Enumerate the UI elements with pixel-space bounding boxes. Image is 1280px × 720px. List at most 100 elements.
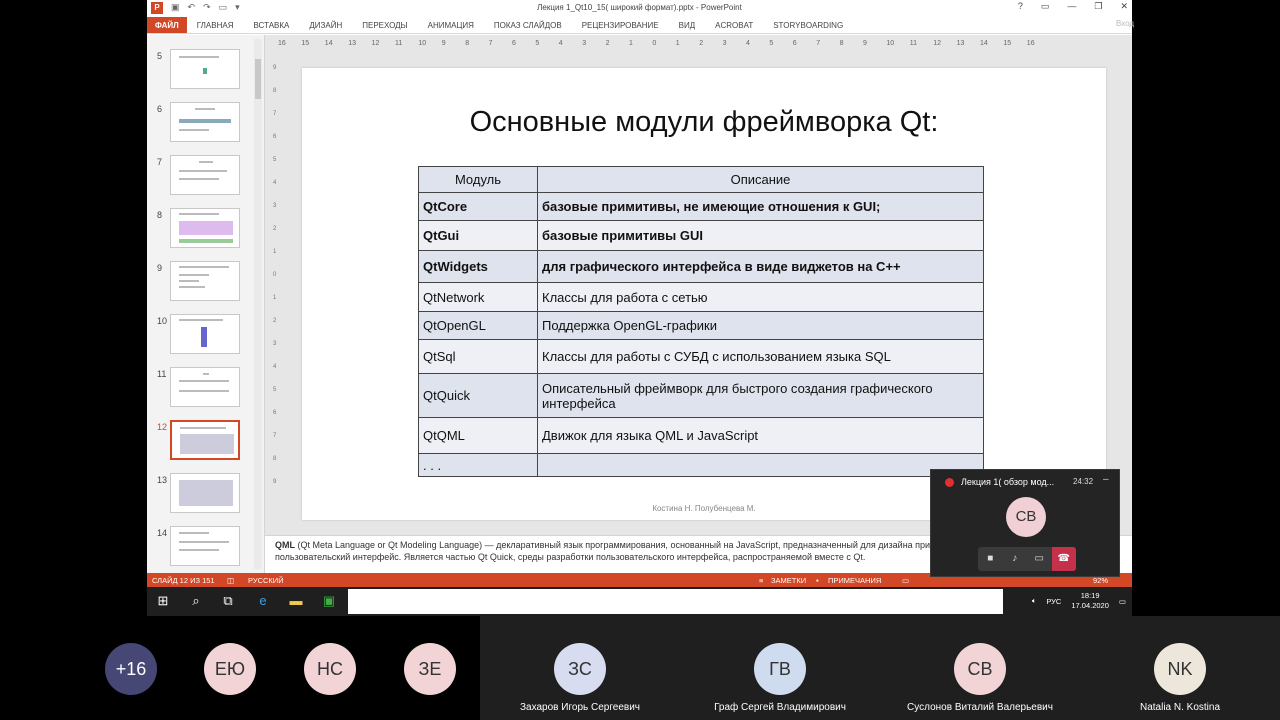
notes-button[interactable]: ЗАМЕТКИ (771, 576, 806, 585)
zoom-level[interactable]: 92% (1093, 576, 1108, 585)
slide-thumbnail[interactable]: 7 (147, 155, 265, 199)
thumbnail-image[interactable] (170, 261, 240, 301)
thumbnail-number: 14 (157, 528, 168, 538)
taskbar-search-area[interactable] (348, 589, 1003, 614)
avatar[interactable]: НС (304, 643, 356, 695)
edge-browser-icon[interactable]: e (255, 594, 271, 608)
slide-thumbnail[interactable]: 9 (147, 261, 265, 305)
avatar[interactable]: ГВ (754, 643, 806, 695)
ruler-tick-label: 5 (769, 40, 774, 47)
slide-thumbnail[interactable]: 5 (147, 49, 265, 93)
slide-thumbnail-active[interactable]: 12 (147, 420, 265, 464)
minimize-button[interactable]: — (1067, 1, 1076, 12)
clock-time: 18:19 (1080, 591, 1100, 600)
thumbnail-image[interactable] (170, 155, 240, 195)
description-cell: Поддержка OpenGL-графики (537, 311, 984, 340)
thumbnails-scrollbar[interactable] (254, 39, 262, 569)
slide-title[interactable]: Основные модули фреймворка Qt: (302, 106, 1106, 139)
modules-table[interactable]: Модуль Описание QtCore базовые примитивы,… (418, 166, 984, 477)
ribbon-options-icon[interactable]: ▭ (1041, 1, 1050, 12)
volume-icon[interactable]: 🔈︎ (1032, 596, 1037, 606)
avatar[interactable]: ЕЮ (204, 643, 256, 695)
ruler-tick-label: 11 (909, 40, 918, 47)
tab-transitions[interactable]: ПЕРЕХОДЫ (352, 17, 417, 33)
avatar[interactable]: NK (1154, 643, 1206, 695)
thumbnail-image[interactable] (170, 473, 240, 513)
horizontal-ruler: 16 15 14 13 12 11 10 9 8 7 6 5 4 3 2 1 0 1 2 3 4 5 6 7 8 9 10 11 12 1… (275, 38, 1120, 50)
ruler-tick-label: 8 (839, 40, 844, 47)
thumbnail-image[interactable] (170, 208, 240, 248)
tab-acrobat[interactable]: ACROBAT (705, 17, 763, 33)
module-cell: QtOpenGL (418, 311, 538, 340)
microphone-icon[interactable]: ♪ (1003, 547, 1028, 571)
module-cell: QtWidgets (418, 250, 538, 283)
ruler-tick-label: 16 (278, 40, 286, 47)
signin-link[interactable]: Вход (1116, 19, 1134, 28)
hang-up-icon[interactable]: ☎ (1051, 547, 1076, 571)
thumbnail-number: 11 (157, 369, 167, 379)
slide-thumbnail[interactable]: 13 (147, 473, 265, 517)
call-mini-window[interactable]: Лекция 1( обзор мод... 24:32 – СВ ■ ♪ ▭ … (930, 469, 1120, 577)
input-language[interactable]: РУС (1046, 597, 1061, 606)
thumbnail-image[interactable] (170, 102, 240, 142)
file-explorer-icon[interactable]: ▬ (288, 594, 304, 608)
thumbnail-image[interactable] (170, 526, 240, 566)
avatar[interactable]: ЗЕ (404, 643, 456, 695)
thumbnail-image[interactable] (170, 314, 240, 354)
tab-storyboarding[interactable]: STORYBOARDING (763, 17, 853, 33)
normal-view-icon[interactable]: ▭ (902, 576, 909, 585)
description-cell (537, 453, 984, 477)
tab-view[interactable]: ВИД (669, 17, 706, 33)
avatar[interactable]: СВ (954, 643, 1006, 695)
avatar[interactable]: ЗС (554, 643, 606, 695)
tab-home[interactable]: ГЛАВНАЯ (187, 17, 244, 33)
close-button[interactable]: ✕ (1120, 1, 1128, 12)
share-screen-icon[interactable]: ▭ (1027, 547, 1052, 571)
windows-start-icon[interactable]: ⊞ (155, 594, 171, 608)
clock[interactable]: 18:19 17.04.2020 (1071, 591, 1109, 611)
slide-thumbnail[interactable]: 11 (147, 367, 265, 411)
qt-creator-icon[interactable]: ▣ (321, 594, 337, 608)
slide-thumbnail[interactable]: 6 (147, 102, 265, 146)
tab-review[interactable]: РЕЦЕНЗИРОВАНИЕ (572, 17, 669, 33)
search-icon[interactable]: ⌕ (188, 594, 204, 608)
help-button[interactable]: ? (1018, 1, 1023, 12)
table-header-module: Модуль (418, 166, 538, 193)
description-cell: Классы для работы с СУБД с использование… (537, 339, 984, 374)
tab-design[interactable]: ДИЗАЙН (299, 17, 352, 33)
avatar: СВ (1006, 497, 1046, 537)
restore-button[interactable]: ❐ (1094, 1, 1102, 12)
description-cell: базовые примитивы GUI (537, 220, 984, 251)
camera-icon[interactable]: ■ (978, 547, 1003, 571)
thumbnail-image[interactable] (170, 49, 240, 89)
comments-button[interactable]: ПРИМЕЧАНИЯ (828, 576, 881, 585)
slide-thumbnail[interactable]: 10 (147, 314, 265, 358)
ruler-tick-label: 5 (273, 387, 277, 393)
module-cell: QtCore (418, 192, 538, 221)
module-cell: QtSql (418, 339, 538, 374)
language-indicator[interactable]: РУССКИЙ (248, 576, 284, 585)
minimize-call-icon[interactable]: – (1103, 474, 1109, 485)
tab-insert[interactable]: ВСТАВКА (243, 17, 299, 33)
module-cell: QtQML (418, 417, 538, 454)
scrollbar-thumb[interactable] (255, 59, 261, 99)
slide-thumbnail[interactable]: 8 (147, 208, 265, 252)
slide-thumbnail[interactable]: 14 (147, 526, 265, 570)
slide-canvas[interactable]: Основные модули фреймворка Qt: Модуль Оп… (302, 68, 1106, 520)
ruler-tick-label: 3 (722, 40, 727, 47)
ruler-tick-label: 6 (273, 134, 277, 140)
task-view-icon[interactable]: ⧉ (220, 594, 236, 608)
tab-file[interactable]: ФАЙЛ (147, 17, 187, 33)
notifications-icon[interactable]: ▭ (1119, 597, 1126, 606)
table-row: QtNetwork Классы для работа с сетью (418, 282, 984, 312)
description-cell: Описательный фреймворк для быстрого созд… (537, 373, 984, 418)
tab-animations[interactable]: АНИМАЦИЯ (418, 17, 484, 33)
ruler-tick-label: 2 (273, 226, 277, 232)
spellcheck-icon[interactable]: ◫ (227, 576, 234, 585)
ruler-tick-label: 6 (273, 410, 277, 416)
ruler-tick-label: 1 (273, 249, 277, 255)
thumbnail-image[interactable] (170, 420, 240, 460)
tab-slideshow[interactable]: ПОКАЗ СЛАЙДОВ (484, 17, 572, 33)
thumbnail-image[interactable] (170, 367, 240, 407)
more-participants-avatar[interactable]: +16 (105, 643, 157, 695)
